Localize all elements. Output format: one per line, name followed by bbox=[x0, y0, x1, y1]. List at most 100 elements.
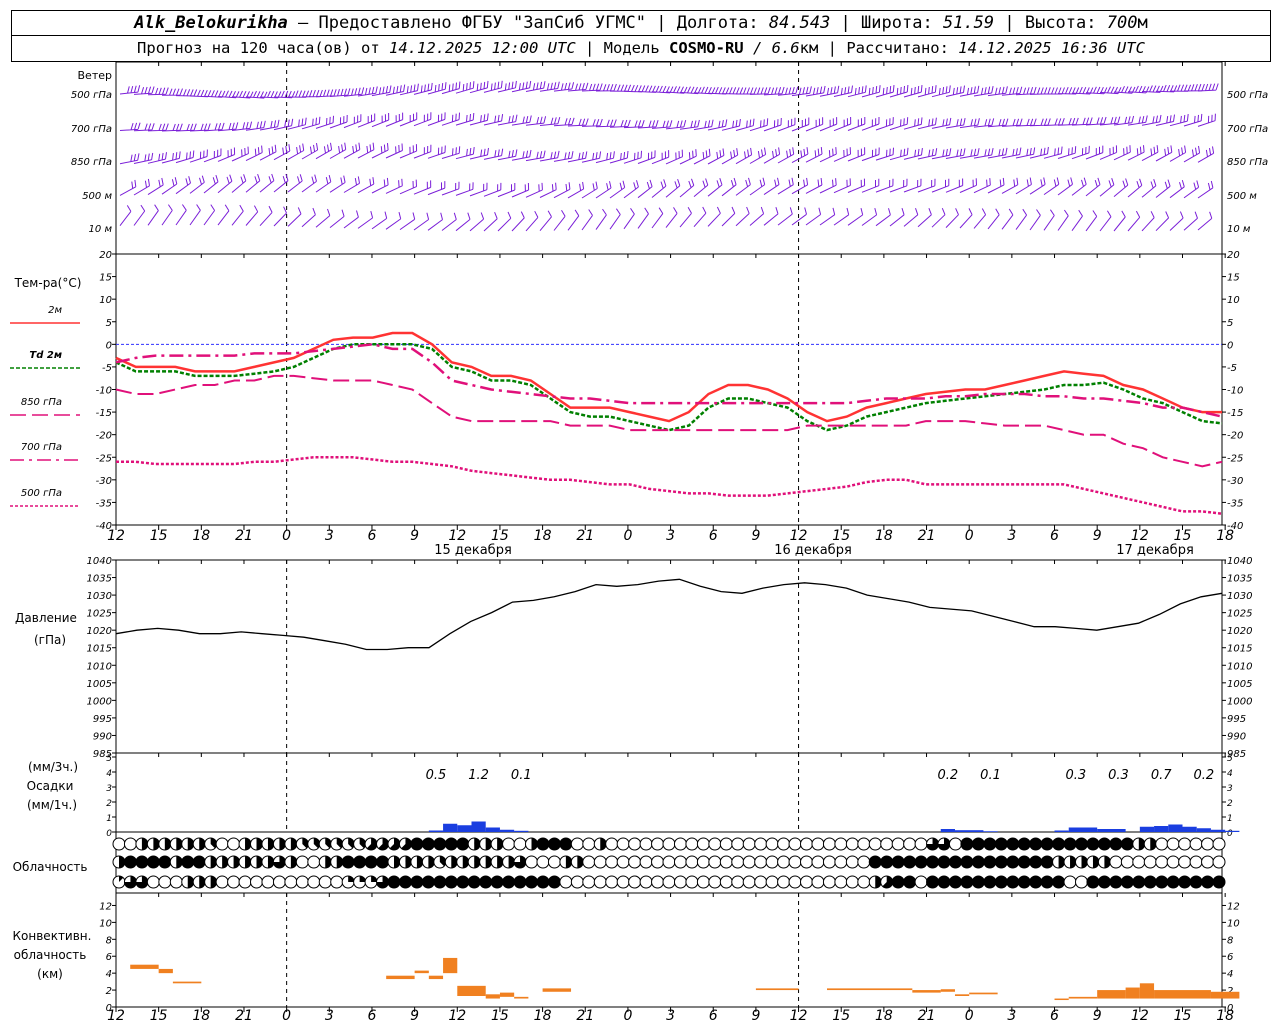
wind-barb bbox=[567, 209, 580, 231]
wind-barb bbox=[1044, 87, 1065, 95]
cloud-symbol bbox=[1132, 875, 1146, 889]
conv-ytick-label: 2 bbox=[106, 986, 112, 997]
cloud-symbol bbox=[1017, 855, 1031, 869]
conv-title: облачность bbox=[14, 948, 87, 962]
time-tick-label: 0 bbox=[965, 1008, 974, 1024]
cloud-symbol bbox=[948, 855, 962, 869]
cloud-symbol bbox=[765, 855, 779, 869]
cloud-symbol bbox=[1189, 855, 1203, 869]
time-tick-label: 21 bbox=[235, 528, 253, 544]
wind-barb bbox=[833, 85, 853, 97]
precip-bar bbox=[457, 825, 472, 832]
wind-barb bbox=[1141, 179, 1157, 198]
cloud-symbol bbox=[1097, 875, 1111, 889]
pres-ytick-label: 995 bbox=[93, 714, 112, 725]
wind-barb bbox=[609, 180, 626, 199]
temp-ytick-label: 15 bbox=[99, 273, 112, 284]
precip-bar bbox=[1168, 824, 1183, 832]
cloud-symbol bbox=[662, 875, 676, 889]
pres-ylabel: Давление bbox=[15, 611, 77, 625]
wind-barb bbox=[343, 176, 360, 193]
wind-barb bbox=[1183, 180, 1200, 199]
cloud-symbol bbox=[742, 837, 756, 851]
wind-barb bbox=[231, 204, 244, 226]
wind-barb bbox=[175, 176, 191, 195]
wind-barb bbox=[371, 85, 392, 97]
wind-level-label-right: 500 гПа bbox=[1227, 90, 1268, 101]
precip-ytick-label-right: 2 bbox=[1227, 799, 1233, 809]
precip-ytick-label: 1 bbox=[106, 814, 112, 824]
wind-barb bbox=[1085, 210, 1098, 232]
wind-barb bbox=[665, 207, 678, 228]
wind-barb bbox=[791, 147, 809, 164]
cloud-symbol bbox=[891, 855, 905, 869]
cloud-symbol bbox=[983, 837, 997, 851]
wind-barb bbox=[721, 148, 739, 165]
wind-barb bbox=[511, 149, 532, 161]
wind-barb bbox=[581, 151, 602, 163]
cloud-symbol bbox=[215, 837, 229, 851]
time-tick-label: 15 bbox=[491, 528, 509, 544]
wind-barb bbox=[385, 178, 403, 194]
convective-bar bbox=[414, 970, 429, 974]
cloud-symbol bbox=[559, 875, 573, 889]
pres-ytick-label: 1035 bbox=[87, 574, 112, 585]
wind-level-label: 700 гПа bbox=[71, 124, 112, 135]
cloud-symbol bbox=[502, 837, 516, 851]
wind-barb bbox=[469, 80, 489, 94]
temp-ytick-label-right: 15 bbox=[1227, 273, 1240, 284]
cloud-symbol bbox=[146, 875, 160, 889]
cloud-symbol bbox=[708, 875, 722, 889]
cloud-symbol bbox=[318, 875, 332, 889]
cloud-symbol bbox=[387, 875, 401, 889]
temp-series-line bbox=[115, 343, 1223, 432]
convective-bar bbox=[443, 957, 458, 974]
precip-bar bbox=[1068, 827, 1098, 832]
cloud-symbol bbox=[158, 875, 172, 889]
cloud-symbol bbox=[525, 855, 538, 869]
wind-barb bbox=[217, 204, 230, 226]
pres-ytick-label: 1030 bbox=[87, 591, 112, 602]
pres-ytick-label: 1025 bbox=[87, 609, 112, 620]
cloud-symbol bbox=[605, 855, 619, 869]
pres-ytick-label-right: 1005 bbox=[1227, 679, 1252, 690]
wind-barb bbox=[273, 206, 287, 227]
pres-ytick-label-right: 990 bbox=[1227, 731, 1246, 742]
cloud-symbol bbox=[1166, 837, 1180, 851]
cloud-symbol bbox=[353, 855, 367, 869]
wind-level-label: 10 м bbox=[89, 224, 113, 235]
wind-barb bbox=[889, 84, 909, 98]
cloud-symbol bbox=[1178, 855, 1192, 869]
temp-ytick-label-right: -20 bbox=[1227, 431, 1243, 442]
wind-barb bbox=[805, 177, 823, 194]
cloud-symbol bbox=[696, 837, 710, 851]
wind-barb bbox=[903, 85, 923, 98]
cloud-symbol bbox=[628, 837, 642, 851]
temp-ytick-label: -30 bbox=[96, 476, 112, 487]
cloud-symbol bbox=[1052, 837, 1066, 851]
cloud-symbol bbox=[1155, 837, 1169, 851]
cloud-symbol bbox=[1063, 875, 1077, 889]
wind-barb bbox=[329, 209, 345, 228]
precip-bar bbox=[940, 829, 955, 832]
wind-barb bbox=[525, 116, 547, 126]
precip-total-label: 0.5 bbox=[426, 768, 447, 783]
convective-bar bbox=[130, 964, 159, 969]
wind-barb bbox=[427, 212, 443, 231]
cloud-symbol bbox=[811, 875, 825, 889]
wind-barb bbox=[805, 207, 822, 226]
temp-series-line bbox=[115, 343, 1223, 418]
wind-barb bbox=[763, 207, 779, 226]
cloud-symbol bbox=[593, 855, 607, 869]
wind-title: Ветер bbox=[78, 69, 112, 82]
wind-barb bbox=[693, 119, 714, 131]
wind-barb bbox=[203, 174, 219, 194]
conv-ytick-label-right: 12 bbox=[1227, 901, 1240, 912]
cloud-symbol bbox=[639, 855, 653, 869]
cloud-symbol bbox=[307, 855, 321, 869]
precip-ytick-label-right: 3 bbox=[1227, 784, 1233, 794]
time-tick-label: 9 bbox=[1093, 1008, 1102, 1024]
conv-ytick-label-right: 6 bbox=[1227, 952, 1233, 963]
cloud-symbol bbox=[742, 875, 756, 889]
wind-barb bbox=[903, 148, 923, 160]
